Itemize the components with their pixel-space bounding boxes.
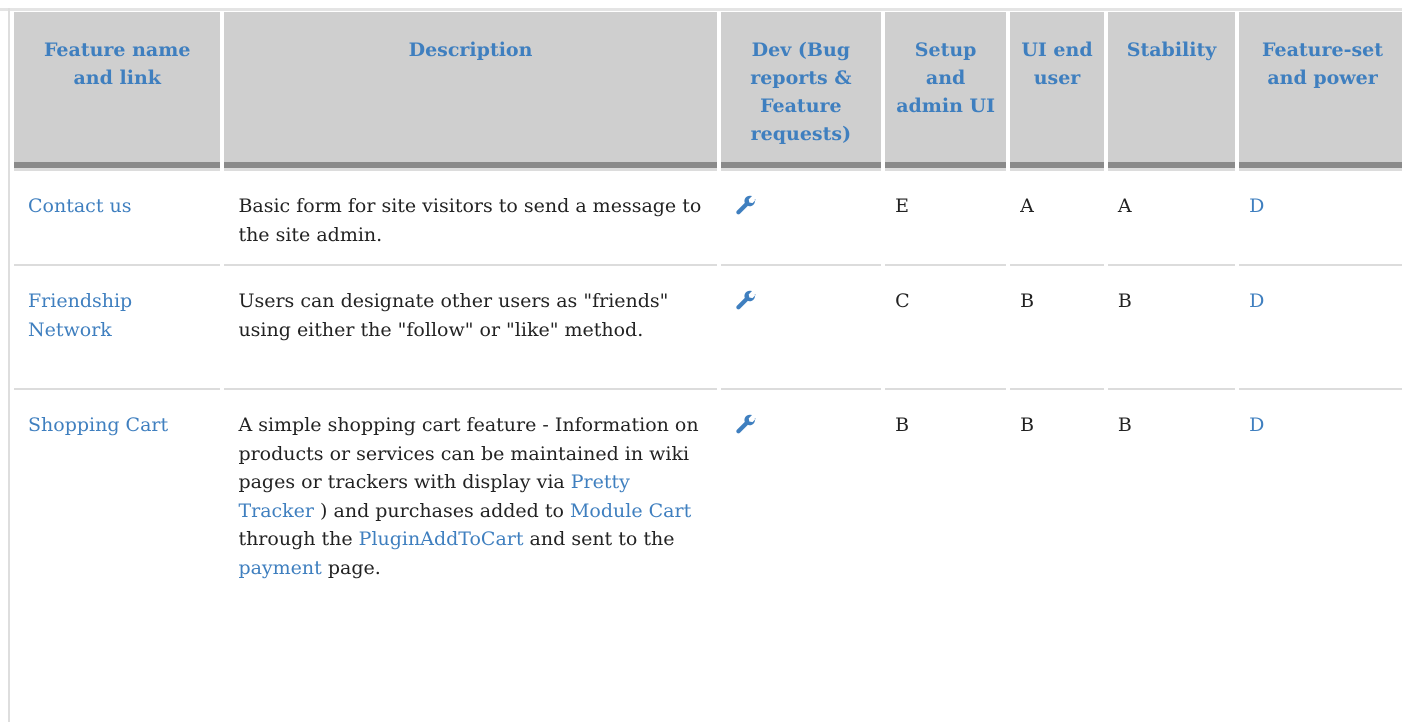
featureset-grade-link[interactable]: D	[1249, 195, 1264, 217]
stability-grade: B	[1117, 414, 1132, 436]
header-row: Feature name and link Description Dev (B…	[14, 12, 1402, 168]
description-cell: A simple shopping cart feature - Informa…	[224, 390, 716, 640]
feature-link-friendship-network[interactable]: Friendship Network	[28, 290, 132, 341]
feature-link-shopping-cart[interactable]: Shopping Cart	[28, 414, 168, 436]
desc-text: and sent to the	[523, 528, 675, 550]
payment-link[interactable]: payment	[238, 557, 321, 579]
setup-grade: E	[885, 168, 1007, 266]
wrench-icon[interactable]	[735, 194, 876, 216]
header-feature-name[interactable]: Feature name and link	[14, 12, 221, 168]
header-feature-set[interactable]: Feature-set and power	[1239, 12, 1402, 168]
description-cell: Users can designate other users as "frie…	[224, 266, 717, 390]
desc-text: through the	[238, 528, 359, 550]
top-rule	[0, 8, 1402, 11]
desc-text: page.	[321, 556, 381, 579]
setup-grade: B	[895, 414, 910, 436]
table-row: Shopping Cart A simple shopping cart fea…	[14, 390, 1402, 640]
features-table: Feature name and link Description Dev (B…	[10, 12, 1402, 640]
ui-grade: B	[1020, 414, 1035, 436]
header-ui-end-user[interactable]: UI end user	[1010, 12, 1104, 168]
description-cell: Basic form for site visitors to send a m…	[224, 168, 717, 266]
module-cart-link[interactable]: Module Cart	[570, 500, 691, 522]
featureset-grade-link[interactable]: D	[1249, 290, 1264, 312]
header-description[interactable]: Description	[224, 12, 717, 168]
desc-text: ) and purchases added to	[314, 499, 570, 522]
header-setup-admin-ui[interactable]: Setup and admin UI	[885, 12, 1007, 168]
ui-grade: A	[1010, 168, 1104, 266]
table-row: Friendship Network Users can designate o…	[14, 266, 1402, 390]
feature-link-contact-us[interactable]: Contact us	[28, 195, 131, 217]
featureset-grade-link[interactable]: D	[1249, 414, 1264, 436]
wrench-icon[interactable]	[735, 289, 876, 311]
stability-grade: A	[1107, 168, 1236, 266]
stability-grade: B	[1107, 266, 1236, 390]
wrench-icon[interactable]	[735, 413, 876, 435]
header-dev[interactable]: Dev (Bug reports & Feature requests)	[720, 12, 882, 168]
ui-grade: B	[1010, 266, 1104, 390]
setup-grade: C	[885, 266, 1007, 390]
header-stability[interactable]: Stability	[1107, 12, 1236, 168]
table-row: Contact us Basic form for site visitors …	[14, 168, 1402, 266]
plugin-add-to-cart-link[interactable]: PluginAddToCart	[359, 528, 524, 550]
